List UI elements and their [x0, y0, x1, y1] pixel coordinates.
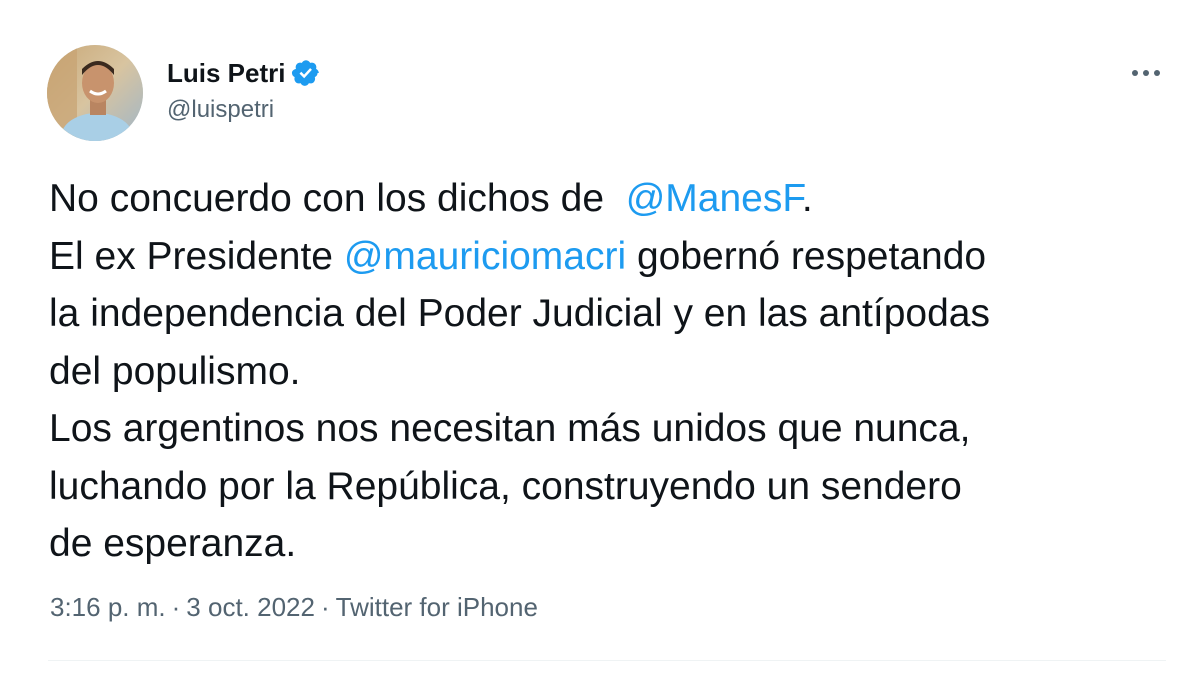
- tweet-meta: 3:16 p. m. · 3 oct. 2022 · Twitter for i…: [50, 592, 538, 623]
- tweet-text-segment: luchando por la República, construyendo …: [49, 464, 962, 508]
- author-name-row[interactable]: Luis Petri: [167, 55, 321, 91]
- tweet-text-segment: .: [801, 177, 813, 220]
- tweet-text-segment: El ex Presidente: [49, 234, 344, 278]
- mention-link[interactable]: @mauriciomacri: [344, 235, 626, 278]
- tweet-text-line: del populismo.: [49, 343, 1169, 401]
- tweet-text-line: No concuerdo con los dichos de @ManesF.: [49, 170, 1169, 228]
- author-handle[interactable]: @luispetri: [167, 96, 274, 124]
- tweet-time[interactable]: 3:16 p. m.: [50, 592, 166, 623]
- tweet-text-segment: de esperanza.: [49, 522, 297, 565]
- tweet-card: Luis Petri @luispetri No concuerdo con l…: [0, 0, 1200, 673]
- tweet-text-segment: la independencia del Poder Judicial y en…: [49, 292, 990, 335]
- tweet-text-segment: gobernó respetando: [626, 234, 987, 278]
- tweet-text-segment: No concuerdo con los dichos de: [49, 177, 626, 220]
- tweet-text-line: Los argentinos nos necesitan más unidos …: [49, 400, 1169, 458]
- mention-link[interactable]: @ManesF: [626, 177, 802, 220]
- meta-separator: ·: [171, 592, 181, 622]
- tweet-date[interactable]: 3 oct. 2022: [186, 592, 315, 623]
- tweet-text-segment: del populismo.: [49, 349, 301, 393]
- tweet-text-line: El ex Presidente @mauriciomacri gobernó …: [49, 228, 1169, 286]
- meta-separator: ·: [320, 592, 330, 622]
- more-options-icon: [1132, 70, 1160, 76]
- verified-badge-icon: [291, 58, 321, 88]
- divider: [48, 660, 1166, 661]
- avatar[interactable]: [47, 45, 143, 141]
- tweet-text-line: luchando por la República, construyendo …: [49, 458, 1169, 516]
- tweet-source[interactable]: Twitter for iPhone: [336, 592, 538, 623]
- tweet-text-line: de esperanza.: [49, 515, 1169, 573]
- tweet-text-segment: Los argentinos nos necesitan más unidos …: [49, 407, 971, 450]
- tweet-text: No concuerdo con los dichos de @ManesF. E…: [49, 170, 1169, 573]
- more-options-button[interactable]: [1124, 58, 1168, 88]
- author-display-name[interactable]: Luis Petri: [167, 58, 285, 89]
- tweet-text-line: la independencia del Poder Judicial y en…: [49, 285, 1169, 343]
- avatar-image: [47, 45, 143, 141]
